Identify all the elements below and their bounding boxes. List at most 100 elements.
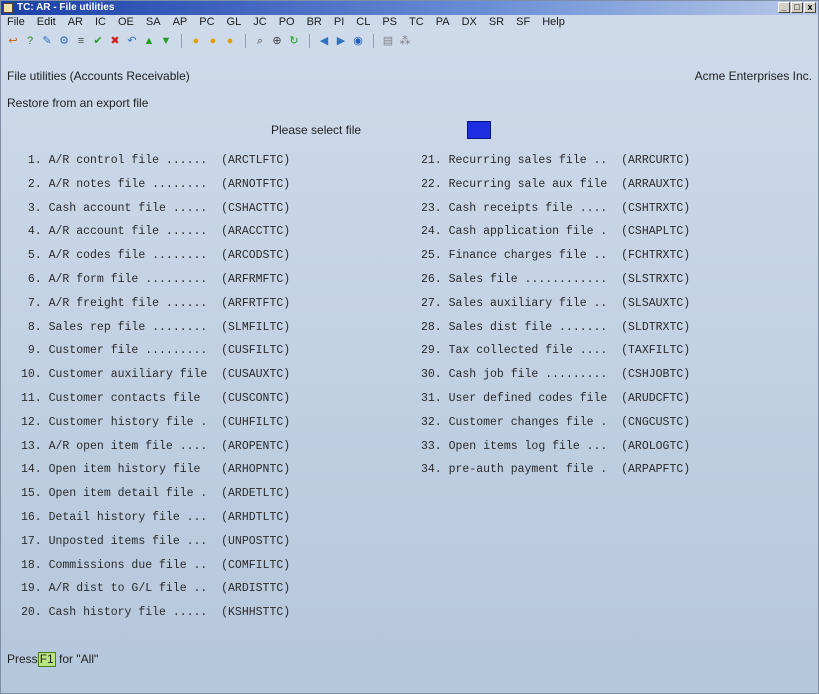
find-icon[interactable]: ⌕ [254,35,266,47]
menu-po[interactable]: PO [273,15,301,31]
file-option[interactable]: 11. Customer contacts file (CUSCONTC) [21,387,290,411]
toolbar-separator [181,34,182,48]
menu-oe[interactable]: OE [112,15,140,31]
file-option[interactable]: 33. Open items log file ... (AROLOGTC) [421,435,690,459]
back-icon[interactable]: ◀ [318,35,330,47]
file-option[interactable]: 15. Open item detail file . (ARDETLTC) [21,482,290,506]
menu-bar: File Edit AR IC OE SA AP PC GL JC PO BR PI CL PS TC PA DX… [1,15,818,31]
footer-hint: Press F1 for "All" [7,652,98,667]
menu-ic[interactable]: IC [89,15,112,31]
check-icon[interactable]: ✔ [92,35,104,47]
file-option[interactable]: 20. Cash history file ..... (KSHHSTTC) [21,601,290,625]
menu-edit[interactable]: Edit [31,15,62,31]
zoom-icon[interactable]: ⊕ [271,35,283,47]
print-icon[interactable]: ≡ [75,35,87,47]
file-option[interactable]: 8. Sales rep file ........ (SLMFILTC) [21,316,290,340]
cancel-icon[interactable]: ✖ [109,35,121,47]
file-option[interactable]: 28. Sales dist file ....... (SLDTRXTC) [421,316,690,340]
toolbar-separator [373,34,374,48]
file-option[interactable]: 5. A/R codes file ........ (ARCODSTC) [21,244,290,268]
file-option[interactable]: 26. Sales file ............ (SLSTRXTC) [421,268,690,292]
file-option[interactable]: 17. Unposted items file ... (UNPOSTTC) [21,530,290,554]
file-option[interactable]: 22. Recurring sale aux file (ARRAUXTC) [421,173,690,197]
title-bar: TC: AR - File utilities _ □ x [1,1,818,15]
menu-help[interactable]: Help [536,15,571,31]
file-option[interactable]: 32. Customer changes file . (CNGCUSTC) [421,411,690,435]
file-option[interactable]: 16. Detail history file ... (ARHDTLTC) [21,506,290,530]
menu-file[interactable]: File [1,15,31,31]
toolbar-separator [245,34,246,48]
globe-icon[interactable]: ◉ [352,35,364,47]
file-option[interactable]: 21. Recurring sales file .. (ARRCURTC) [421,149,690,173]
menu-ps[interactable]: PS [376,15,403,31]
file-option[interactable]: 31. User defined codes file (ARUDCFTC) [421,387,690,411]
window-controls: _ □ x [778,2,816,13]
footer-text-post: for "All" [59,652,99,666]
menu-pc[interactable]: PC [193,15,220,31]
first-icon[interactable]: ● [190,35,202,47]
menu-ar[interactable]: AR [62,15,89,31]
minimize-button[interactable]: _ [778,2,790,13]
undo-icon[interactable]: ↶ [126,35,138,47]
next-record-icon[interactable]: ● [224,35,236,47]
file-option[interactable]: 13. A/R open item file .... (AROPENTC) [21,435,290,459]
menu-ap[interactable]: AP [167,15,194,31]
menu-dx[interactable]: DX [456,15,483,31]
window-title: TC: AR - File utilities [17,2,115,13]
file-selection-input[interactable] [467,121,491,139]
menu-sr[interactable]: SR [483,15,510,31]
file-option[interactable]: 34. pre-auth payment file . (ARPAPFTC) [421,458,690,482]
prev-record-icon[interactable]: ● [207,35,219,47]
tools-icon[interactable]: ✎ [41,35,53,47]
file-option[interactable]: 10. Customer auxiliary file (CUSAUXTC) [21,363,290,387]
file-option[interactable]: 19. A/R dist to G/L file .. (ARDISTTC) [21,577,290,601]
file-option[interactable]: 9. Customer file ......... (CUSFILTC) [21,339,290,363]
file-list-right: 21. Recurring sales file .. (ARRCURTC) 22… [421,149,690,482]
file-option[interactable]: 18. Commissions due file .. (COMFILTC) [21,554,290,578]
help-icon[interactable]: ? [24,35,36,47]
menu-pi[interactable]: PI [328,15,350,31]
company-name: Acme Enterprises Inc. [694,69,812,83]
file-option[interactable]: 3. Cash account file ..... (CSHACTTC) [21,197,290,221]
menu-sa[interactable]: SA [140,15,167,31]
file-option[interactable]: 24. Cash application file . (CSHAPLTC) [421,220,690,244]
menu-jc[interactable]: JC [247,15,272,31]
f1-key[interactable]: F1 [37,652,56,667]
close-button[interactable]: x [804,2,816,13]
file-option[interactable]: 14. Open item history file (ARHOPNTC) [21,458,290,482]
file-option[interactable]: 30. Cash job file ......... (CSHJOBTC) [421,363,690,387]
settings-icon[interactable]: ⚙ [58,35,70,47]
down-icon[interactable]: ▼ [160,35,172,47]
menu-gl[interactable]: GL [221,15,248,31]
file-option[interactable]: 23. Cash receipts file .... (CSHTRXTC) [421,197,690,221]
file-option[interactable]: 12. Customer history file . (CUHFILTC) [21,411,290,435]
app-icon [3,3,13,13]
up-icon[interactable]: ▲ [143,35,155,47]
menu-br[interactable]: BR [301,15,328,31]
screen-subtitle: Restore from an export file [7,96,149,110]
file-option[interactable]: 25. Finance charges file .. (FCHTRXTC) [421,244,690,268]
file-option[interactable]: 27. Sales auxiliary file .. (SLSAUXTC) [421,292,690,316]
file-list-left: 1. A/R control file ...... (ARCTLFTC) 2.… [21,149,290,625]
forward-icon[interactable]: ▶ [335,35,347,47]
file-option[interactable]: 6. A/R form file ......... (ARFRMFTC) [21,268,290,292]
file-option[interactable]: 7. A/R freight file ...... (ARFRTFTC) [21,292,290,316]
file-option[interactable]: 4. A/R account file ...... (ARACCTTC) [21,220,290,244]
tree-icon[interactable]: ⁂ [399,35,411,47]
calc-icon[interactable]: ▤ [382,35,394,47]
footer-text-pre: Press [7,652,38,666]
toolbar: ↩ ? ✎ ⚙ ≡ ✔ ✖ ↶ ▲ ▼ ● ● ● ⌕ ⊕ ↻ ◀ ▶ ◉ ▤ … [1,31,818,51]
toolbar-separator [309,34,310,48]
app-window: TC: AR - File utilities _ □ x File Edit AR… [0,0,819,694]
menu-pa[interactable]: PA [430,15,456,31]
menu-sf[interactable]: SF [510,15,536,31]
file-option[interactable]: 1. A/R control file ...... (ARCTLFTC) [21,149,290,173]
menu-cl[interactable]: CL [350,15,376,31]
menu-tc[interactable]: TC [403,15,430,31]
select-file-prompt: Please select file [271,123,362,137]
maximize-button[interactable]: □ [791,2,803,13]
refresh-icon[interactable]: ↻ [288,35,300,47]
file-option[interactable]: 2. A/R notes file ........ (ARNOTFTC) [21,173,290,197]
file-option[interactable]: 29. Tax collected file .... (TAXFILTC) [421,339,690,363]
exit-icon[interactable]: ↩ [7,35,19,47]
